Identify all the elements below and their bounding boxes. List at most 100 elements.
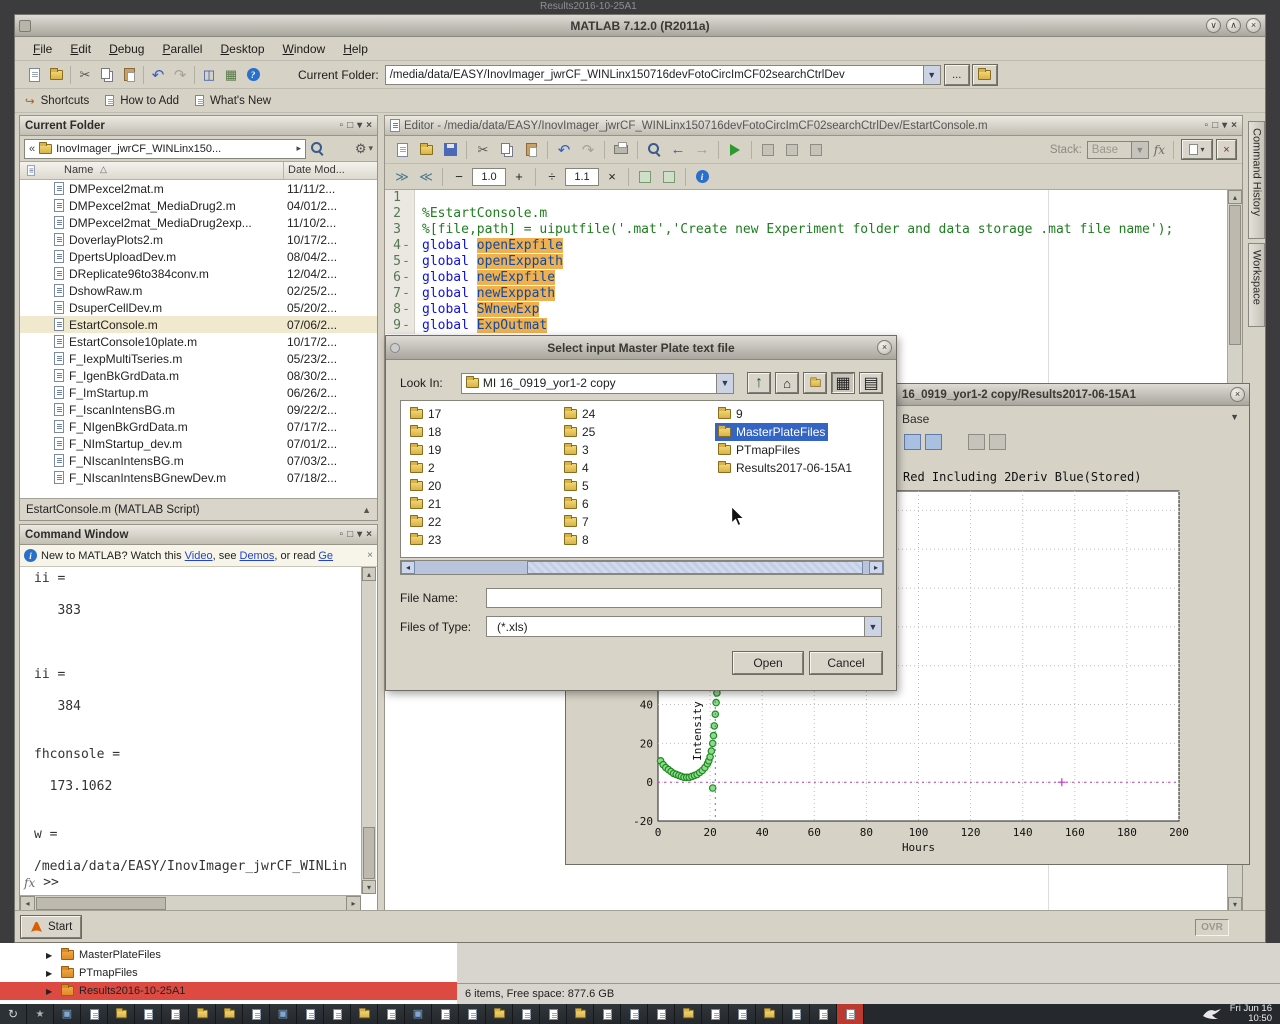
close-panel-icon[interactable]: × [1231, 120, 1237, 131]
folder-item[interactable]: 5 [561, 477, 592, 495]
date-column-label[interactable]: Date Mod... [288, 164, 345, 176]
undo-button[interactable]: ↶ [553, 139, 575, 161]
go-back-button[interactable]: ← [667, 139, 689, 161]
file-row[interactable]: DoverlayPlots2.m10/17/2... [20, 231, 377, 248]
browse-folder-button[interactable]: ... [945, 65, 969, 85]
menu-help[interactable]: Help [335, 39, 376, 59]
undock-icon[interactable]: ▫ [340, 529, 344, 540]
new-folder-button[interactable] [804, 373, 826, 393]
increment-button[interactable]: + [508, 166, 530, 188]
panel-menu-icon[interactable]: ▾ [357, 120, 362, 131]
undock-icon[interactable]: ▫ [1205, 120, 1209, 131]
redo-button[interactable]: ↷ [577, 139, 599, 161]
menu-parallel[interactable]: Parallel [154, 39, 210, 59]
stack-combobox[interactable]: Base ▼ [1087, 141, 1149, 159]
taskbar-item[interactable] [459, 1004, 486, 1024]
close-panel-icon[interactable]: × [366, 120, 372, 131]
scroll-right-icon[interactable]: ▸ [869, 561, 883, 574]
panel-menu-icon[interactable]: ▾ [1222, 120, 1227, 131]
copy-button[interactable] [96, 64, 118, 86]
matlab-titlebar[interactable]: MATLAB 7.12.0 (R2011a) ∨ ∧ × [15, 15, 1265, 37]
tree-item[interactable]: ▶PTmapFiles [0, 964, 457, 982]
combo-dropdown-icon[interactable]: ▼ [923, 66, 940, 84]
file-row[interactable]: DsuperCellDev.m05/20/2... [20, 299, 377, 316]
indent-right-icon[interactable]: ≫ [391, 166, 413, 188]
close-button[interactable]: × [1230, 387, 1245, 402]
paste-button[interactable] [118, 64, 140, 86]
taskbar-item[interactable] [108, 1004, 135, 1024]
scroll-up-icon[interactable]: ▴ [362, 567, 376, 581]
menu-desktop[interactable]: Desktop [212, 39, 272, 59]
taskbar-item[interactable] [810, 1004, 837, 1024]
close-document-button[interactable]: × [1217, 140, 1236, 159]
taskbar-item[interactable]: ▣ [405, 1004, 432, 1024]
scrollbar-thumb[interactable] [36, 897, 166, 910]
command-window-header[interactable]: Command Window ▫ □ ▾ × [20, 525, 377, 545]
folder-item[interactable]: 24 [561, 405, 598, 423]
file-row[interactable]: F_IscanIntensBG.m09/22/2... [20, 401, 377, 418]
folder-item[interactable]: Results2017-06-15A1 [715, 459, 855, 477]
evaluate-advance-button[interactable] [658, 166, 680, 188]
getting-started-link[interactable]: Ge [318, 550, 333, 562]
taskbar-item[interactable] [243, 1004, 270, 1024]
multiply-button[interactable]: × [601, 166, 623, 188]
taskbar-item[interactable] [783, 1004, 810, 1024]
folder-item[interactable]: 18 [407, 423, 444, 441]
vertical-scrollbar[interactable]: ▴ ▾ [361, 567, 376, 894]
copy-button[interactable] [496, 139, 518, 161]
cut-button[interactable]: ✂ [74, 64, 96, 86]
taskbar-item[interactable] [486, 1004, 513, 1024]
folder-item[interactable]: 17 [407, 405, 444, 423]
cancel-button[interactable]: Cancel [810, 652, 882, 674]
run-button[interactable] [724, 139, 746, 161]
taskbar-item[interactable] [135, 1004, 162, 1024]
taskbar-item[interactable] [621, 1004, 648, 1024]
current-folder-combobox[interactable]: /media/data/EASY/InovImager_jwrCF_WINLin… [385, 65, 941, 85]
folder-item[interactable]: 23 [407, 531, 444, 549]
folder-item[interactable]: 22 [407, 513, 444, 531]
decrement-value-field[interactable]: 1.0 [472, 168, 506, 186]
scroll-down-icon[interactable]: ▾ [1228, 897, 1242, 911]
taskbar-item[interactable] [702, 1004, 729, 1024]
scroll-down-icon[interactable]: ▾ [362, 880, 376, 894]
decrement-button[interactable]: − [448, 166, 470, 188]
scroll-up-icon[interactable]: ▴ [1228, 190, 1242, 204]
start-button[interactable]: Start [21, 916, 81, 938]
dialog-horizontal-scrollbar[interactable]: ◂ ▸ [400, 560, 884, 575]
clock[interactable]: Fri Jun 16 10:50 [1230, 1004, 1272, 1024]
scroll-right-icon[interactable]: ▸ [346, 896, 361, 911]
folder-item[interactable]: 7 [561, 513, 592, 531]
file-row[interactable]: DpertsUploadDev.m08/04/2... [20, 248, 377, 265]
taskbar-item[interactable] [648, 1004, 675, 1024]
tree-expand-icon[interactable]: ▶ [46, 951, 56, 960]
maximize-panel-icon[interactable]: □ [1212, 120, 1218, 131]
dialog-file-list[interactable]: 171819220212223 2425345678 9MasterPlateF… [400, 400, 884, 558]
shortcut-whats-new[interactable]: What's New [210, 95, 271, 107]
shade-button[interactable]: ∨ [1206, 18, 1221, 33]
banner-close-icon[interactable]: × [367, 550, 373, 561]
folder-item[interactable]: 6 [561, 495, 592, 513]
scrollbar-thumb[interactable] [527, 561, 863, 574]
tree-expand-icon[interactable]: ▶ [46, 969, 56, 978]
taskbar-item[interactable] [729, 1004, 756, 1024]
file-row[interactable]: DshowRaw.m02/25/2... [20, 282, 377, 299]
scrollbar-thumb[interactable] [1229, 205, 1241, 345]
taskbar-item[interactable]: ▣ [54, 1004, 81, 1024]
gear-dropdown-icon[interactable]: ▾ [368, 143, 373, 154]
folder-item[interactable]: 19 [407, 441, 444, 459]
undock-icon[interactable]: ▫ [340, 120, 344, 131]
find-button[interactable] [643, 139, 665, 161]
dialog-titlebar[interactable]: Select input Master Plate text file × [386, 336, 896, 360]
multiply-value-field[interactable]: 1.1 [565, 168, 599, 186]
split-view-button[interactable]: ▾ [1182, 140, 1212, 159]
tab-workspace[interactable]: Workspace [1248, 243, 1265, 327]
cell-info-button[interactable]: i [691, 166, 713, 188]
close-dialog-button[interactable]: × [877, 340, 892, 355]
tab-command-history[interactable]: Command History [1248, 121, 1265, 239]
print-button[interactable] [610, 139, 632, 161]
new-file-button[interactable] [23, 64, 45, 86]
taskbar-item[interactable] [675, 1004, 702, 1024]
up-folder-button[interactable] [973, 65, 997, 85]
breakpoints-button[interactable] [757, 139, 779, 161]
list-view-toggle[interactable]: ▤ [860, 373, 882, 393]
